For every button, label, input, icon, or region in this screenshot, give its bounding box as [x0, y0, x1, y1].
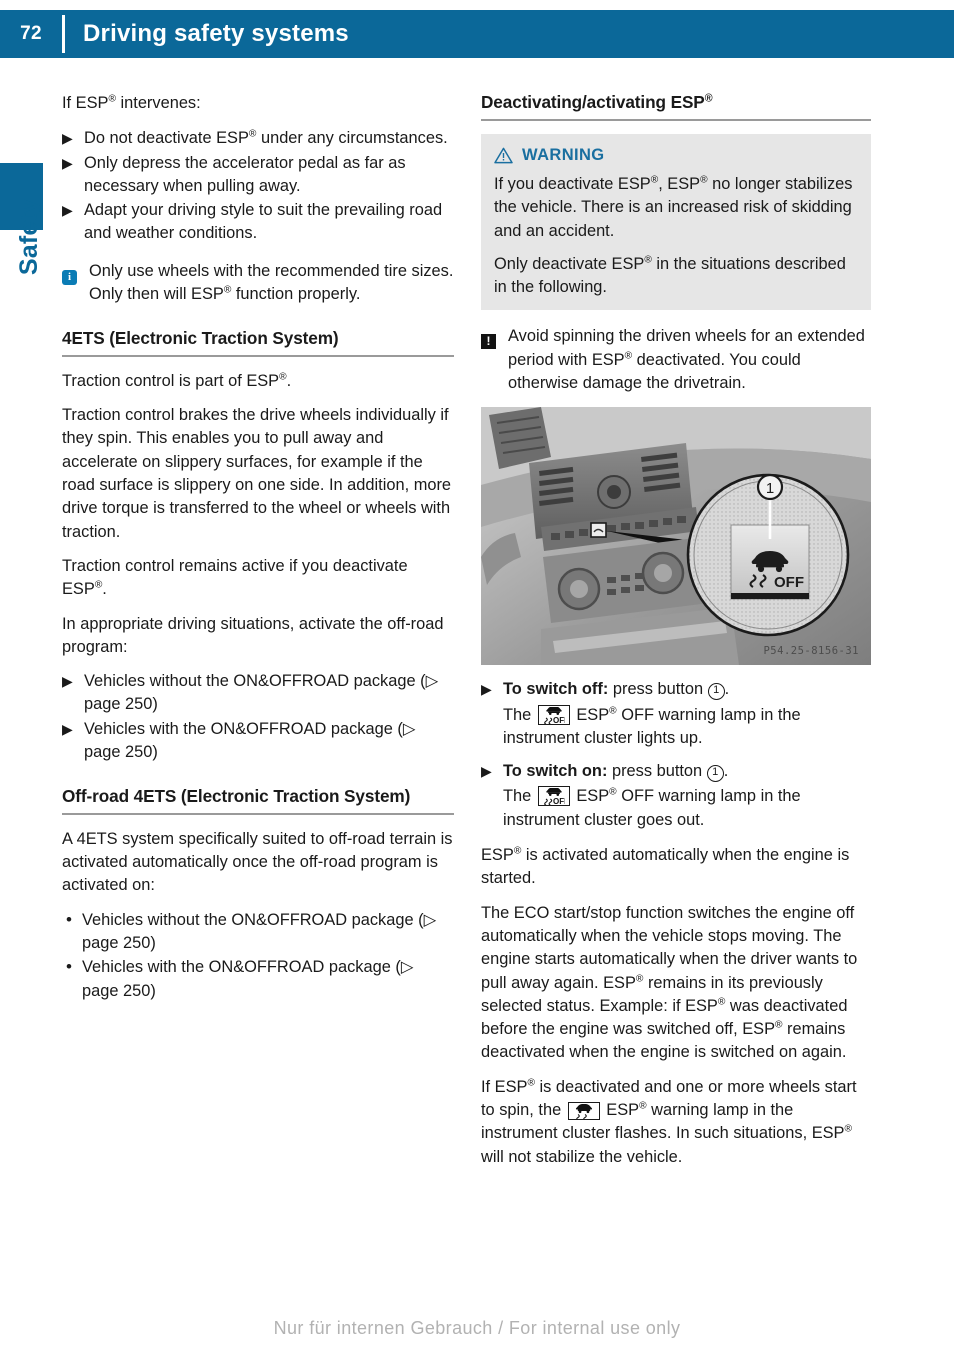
warning-label: WARNING — [522, 145, 605, 164]
step-bold-label: To switch on: — [503, 762, 608, 781]
triangle-bullet-icon: ▶ — [481, 763, 492, 780]
esp-off-lamp-icon: OFF — [537, 786, 570, 807]
page-title: Driving safety systems — [83, 20, 349, 47]
page-ref-icon: ▷ — [400, 958, 414, 977]
list-item-label: Vehicles without the ON&OFFROAD package … — [82, 910, 437, 953]
svg-text:1: 1 — [766, 480, 774, 497]
info-icon: i — [62, 264, 77, 287]
paragraph: Traction control is part of ESP®. — [62, 371, 292, 390]
info-note-text: Only use wheels with the recommended tir… — [89, 261, 454, 304]
list-item: ▶ Vehicles without the ON&OFFROAD packag… — [62, 670, 454, 717]
callout-number: 1 — [707, 683, 725, 701]
caution-note-text: Avoid spinning the driven wheels for an … — [508, 327, 865, 392]
svg-text:OFF: OFF — [553, 716, 565, 724]
paragraph-final: If ESP® is deactivated and one or more w… — [481, 1077, 857, 1166]
paragraph: ESP® is activated automatically when the… — [481, 845, 850, 888]
section-rule — [481, 118, 871, 121]
section-heading-offroad-4ets: Off-road 4ETS (Electronic Traction Syste… — [62, 786, 411, 807]
list-item: • Vehicles with the ON&OFFROAD package (… — [62, 956, 454, 1003]
figure-center-console: OFF 1 P54.25-8156-31 — [481, 407, 871, 666]
list-item: • Vehicles without the ON&OFFROAD packag… — [62, 909, 454, 956]
triangle-bullet-icon: ▶ — [62, 202, 73, 219]
paragraph: In appropriate driving situations, activ… — [62, 614, 444, 656]
paragraph: A 4ETS system specifically suited to off… — [62, 829, 453, 895]
warning-paragraph: Only deactivate ESP® in the situations d… — [494, 254, 846, 297]
esp-off-lamp-icon: OFF — [537, 704, 570, 725]
info-note: i Only use wheels with the recommended t… — [62, 260, 454, 307]
triangle-bullet-icon: ▶ — [62, 154, 73, 171]
step-detail: The OFF ESP® OFF warning lamp in the ins… — [503, 786, 801, 829]
list-item-label: Adapt your driving style to suit the pre… — [84, 201, 443, 243]
caution-icon: ! — [481, 329, 496, 352]
dot-bullet-icon: • — [66, 909, 72, 929]
paragraph: The ECO start/stop function switches the… — [481, 903, 858, 1062]
paragraph: Traction control remains active if you d… — [62, 556, 408, 599]
section-rule — [62, 354, 454, 357]
page-ref-icon: ▷ — [425, 672, 439, 691]
list-item: ▶ To switch off: press button 1. The OFF — [481, 678, 871, 750]
page-ref-icon: ▷ — [402, 719, 416, 738]
triangle-bullet-icon: ▶ — [62, 673, 73, 690]
step-text: To switch off: press button 1. — [503, 680, 730, 701]
list-item-label: Vehicles without the ON&OFFROAD package … — [84, 672, 439, 714]
warning-paragraph: If you deactivate ESP®, ESP® no longer s… — [494, 174, 853, 240]
list-item: ▶ Adapt your driving style to suit the p… — [62, 199, 454, 246]
list-item: ▶ To switch on: press button 1. The OFF — [481, 760, 871, 832]
svg-text:OFF: OFF — [553, 797, 565, 805]
list-item-label: Vehicles with the ON&OFFROAD package (▷ … — [84, 719, 416, 762]
list-item-label: Vehicles with the ON&OFFROAD package (▷ … — [82, 958, 414, 1000]
step-bold-label: To switch off: — [503, 680, 609, 699]
figure-code: P54.25-8156-31 — [763, 645, 859, 658]
list-item-label: Only depress the accelerator pedal as fa… — [84, 153, 406, 195]
step-detail: The OFF ESP® OFF warning lamp in the ins… — [503, 704, 801, 747]
right-column: Deactivating/activating ESP® WARNING If … — [481, 92, 871, 1180]
section-rule — [62, 812, 454, 815]
paragraph: Traction control brakes the drive wheels… — [62, 406, 452, 541]
offroad-program-list: ▶ Vehicles without the ON&OFFROAD packag… — [62, 670, 454, 764]
triangle-bullet-icon: ▶ — [62, 130, 73, 147]
page-header: 72 Driving safety systems — [0, 10, 954, 58]
esp-intervenes-list: ▶ Do not deactivate ESP® under any circu… — [62, 127, 454, 245]
switch-steps-list: ▶ To switch off: press button 1. The OFF — [481, 678, 871, 832]
callout-number: 1 — [706, 765, 724, 783]
list-item: ▶ Only depress the accelerator pedal as … — [62, 152, 454, 199]
page-ref-icon: ▷ — [423, 910, 437, 929]
page-number: 72 — [20, 23, 42, 44]
caution-note: ! Avoid spinning the driven wheels for a… — [481, 325, 871, 395]
warning-title: WARNING — [494, 144, 858, 167]
footer-watermark: Nur für internen Gebrauch / For internal… — [273, 1318, 681, 1338]
section-heading-4ets: 4ETS (Electronic Traction System) — [62, 328, 339, 349]
svg-text:OFF: OFF — [774, 574, 804, 591]
offroad-4ets-list: • Vehicles without the ON&OFFROAD packag… — [62, 909, 454, 1003]
esp-warning-lamp-icon — [567, 1102, 600, 1122]
intro-text: If ESP® intervenes: — [62, 93, 201, 112]
triangle-bullet-icon: ▶ — [62, 720, 73, 737]
step-text: To switch on: press button 1. — [503, 762, 729, 783]
dot-bullet-icon: • — [66, 957, 72, 977]
warning-box: WARNING If you deactivate ESP®, ESP® no … — [481, 133, 871, 311]
list-item-label: Do not deactivate ESP® under any circums… — [84, 128, 448, 148]
side-tab-label: Safety — [15, 198, 43, 276]
list-item: ▶ Vehicles with the ON&OFFROAD package (… — [62, 718, 454, 765]
list-item: ▶ Do not deactivate ESP® under any circu… — [62, 127, 454, 150]
triangle-bullet-icon: ▶ — [481, 681, 492, 698]
section-heading-deactivating-esp: Deactivating/activating ESP® — [481, 92, 713, 112]
warning-triangle-icon — [494, 147, 513, 164]
left-column: If ESP® intervenes: ▶ Do not deactivate … — [62, 92, 454, 1015]
